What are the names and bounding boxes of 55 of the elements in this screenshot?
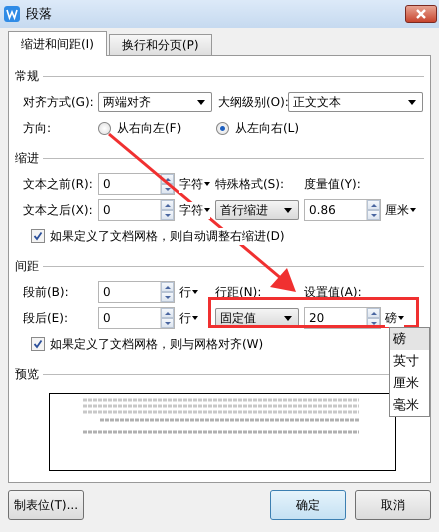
dropdown[interactable]: 正文文本 — [288, 92, 423, 112]
spin-field[interactable]: 0 — [98, 281, 175, 303]
menu-item[interactable]: 毫米 — [390, 394, 429, 416]
app-icon — [4, 6, 20, 22]
field-label: 文本之前(R): — [23, 176, 93, 190]
checkbox[interactable] — [31, 229, 45, 243]
dropdown[interactable]: 两端对齐 — [98, 92, 212, 112]
field-label: 大纲级别(O): — [218, 94, 289, 108]
tab[interactable]: 换行和分页(P) — [108, 34, 212, 55]
dialog-button[interactable]: 确定 — [270, 490, 346, 520]
unit-dropdown[interactable]: 字符 — [179, 176, 210, 192]
window-title: 段落 — [26, 6, 53, 23]
dialog-button[interactable]: 取消 — [355, 490, 431, 520]
section-heading: 间距 — [15, 258, 39, 274]
spin-field[interactable]: 0 — [98, 307, 175, 329]
field-label: 段前(B): — [23, 284, 69, 298]
unit-dropdown[interactable]: 厘米 — [385, 202, 416, 218]
unit-dropdown[interactable]: 行 — [179, 284, 198, 300]
spin-buttons[interactable] — [160, 200, 174, 220]
menu-item[interactable]: 厘米 — [390, 372, 429, 394]
section-heading: 预览 — [15, 366, 39, 382]
field-label: 方向: — [23, 120, 52, 134]
section-heading: 常规 — [15, 68, 39, 84]
checkbox-label: 如果定义了文档网格，则自动调整右缩进(D) — [50, 228, 285, 244]
checkbox-label: 如果定义了文档网格，则与网格对齐(W) — [50, 336, 264, 352]
spin-field[interactable]: 0 — [98, 173, 175, 195]
radio-label: 从左向右(L) — [235, 120, 300, 136]
spin-buttons[interactable] — [160, 308, 174, 328]
unit-dropdown[interactable]: 行 — [179, 310, 198, 326]
radio-button[interactable] — [98, 122, 111, 134]
close-icon — [416, 9, 426, 19]
unit-dropdown[interactable]: 字符 — [179, 202, 210, 218]
spin-buttons[interactable] — [366, 200, 380, 220]
spin-field[interactable]: 0.86 — [304, 199, 381, 221]
field-label: 特殊格式(S): — [215, 176, 284, 190]
field-label: 对齐方式(G): — [23, 94, 94, 108]
field-label: 度量值(Y): — [304, 176, 361, 190]
spin-buttons[interactable] — [160, 174, 174, 194]
section-heading: 缩进 — [15, 150, 39, 166]
spin-buttons[interactable] — [366, 308, 380, 328]
spin-field[interactable]: 0 — [98, 199, 175, 221]
dialog-button[interactable]: 制表位(T)... — [8, 490, 84, 520]
field-label: 文本之后(X): — [23, 202, 93, 216]
field-label: 设置值(A): — [304, 284, 362, 298]
tab[interactable]: 缩进和间距(I) — [8, 31, 107, 56]
checkbox[interactable] — [31, 337, 45, 351]
radio-button[interactable] — [216, 122, 229, 134]
radio-label: 从右向左(F) — [117, 120, 182, 136]
unit-dropdown[interactable]: 磅 — [385, 310, 404, 326]
menu-item[interactable]: 磅 — [390, 328, 429, 350]
menu-item[interactable]: 英寸 — [390, 350, 429, 372]
spin-buttons[interactable] — [160, 282, 174, 302]
dropdown[interactable]: 首行缩进 — [215, 200, 299, 220]
field-label: 段后(E): — [23, 310, 68, 324]
close-button[interactable] — [405, 5, 437, 23]
